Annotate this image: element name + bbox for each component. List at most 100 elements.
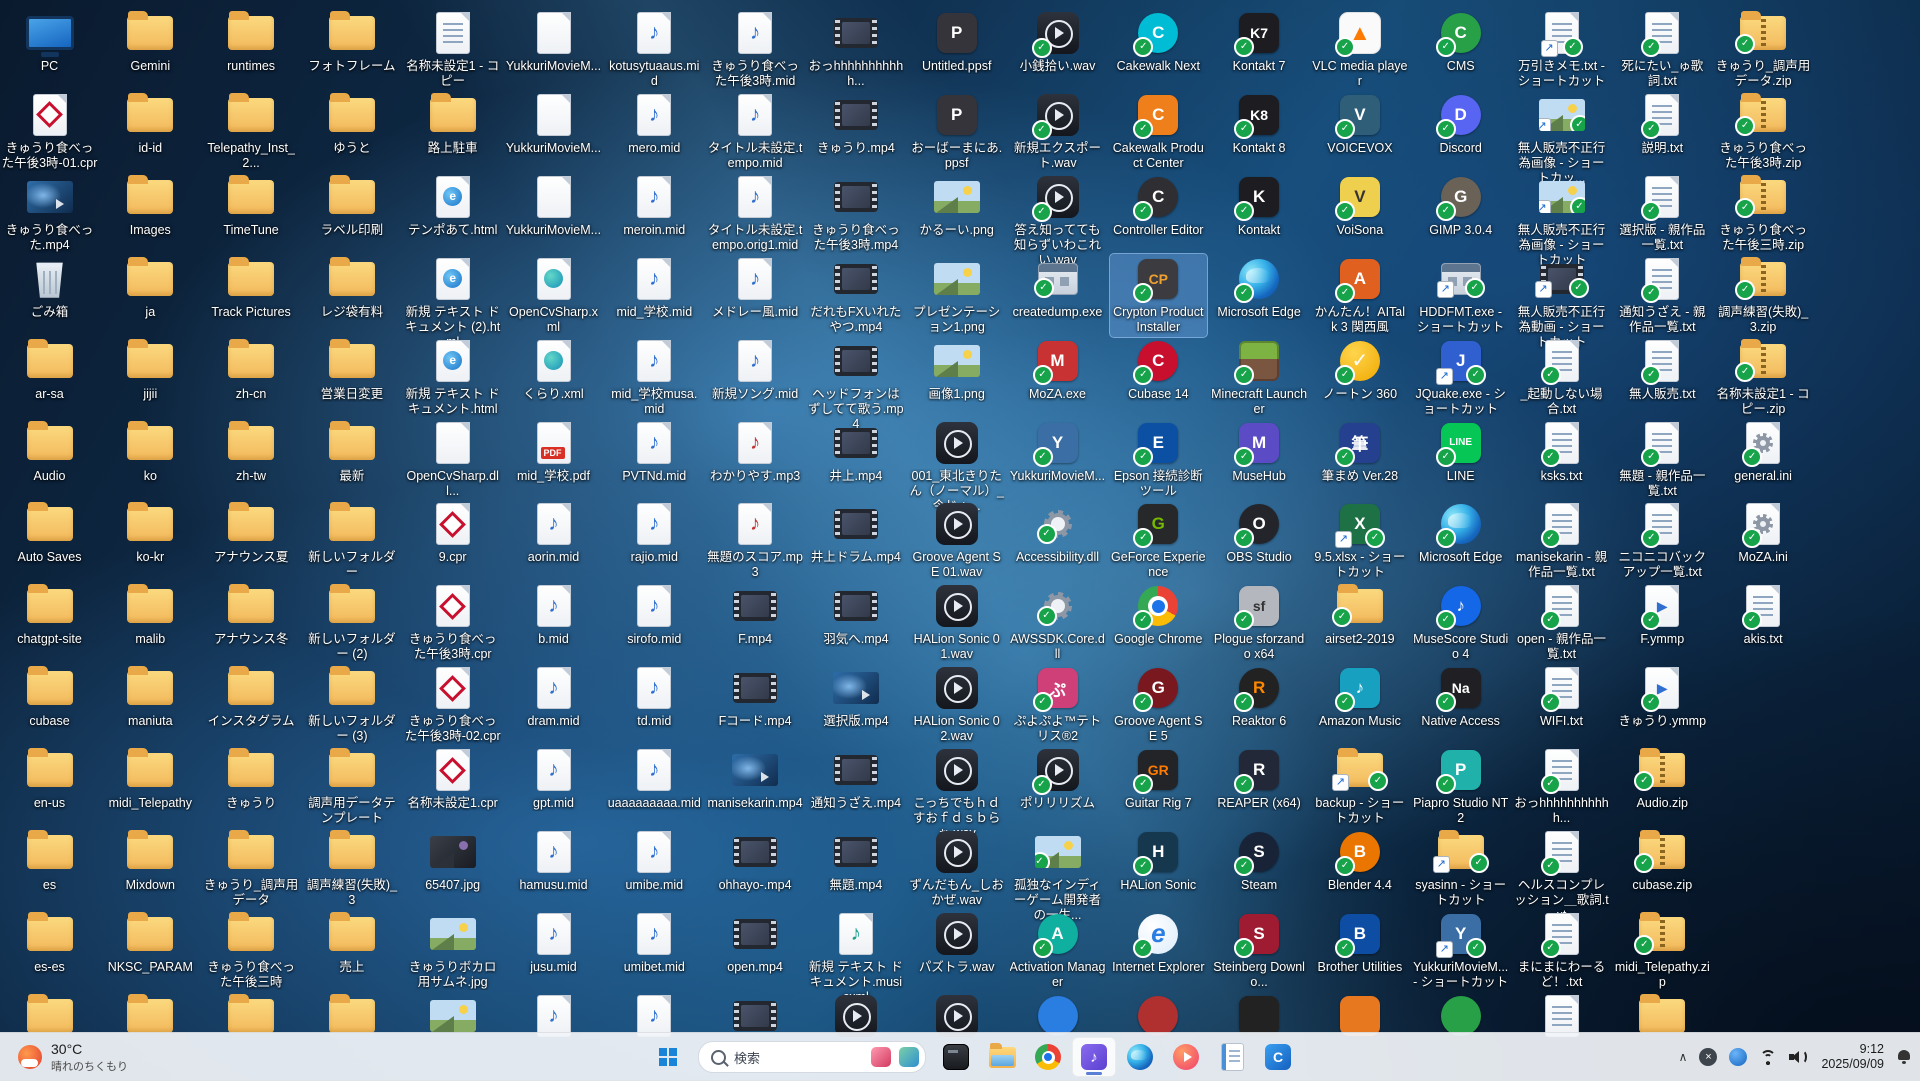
desktop-icon-malib[interactable]: malib [102,581,199,649]
desktop-icon-musehub[interactable]: M✓MuseHub [1211,418,1308,486]
desktop-icon-zip[interactable]: ✓きゅうり食べった午後三時.zip [1715,172,1812,255]
desktop-icon-3-zip[interactable]: ✓きゅうり食べった午後3時.zip [1715,90,1812,173]
desktop-icon-3-cpr[interactable]: きゅうり食べった午後3時.cpr [404,581,501,664]
desktop-icon-moza-exe[interactable]: M✓MoZA.exe [1009,336,1106,404]
desktop-icon-td-mid[interactable]: ♪td.mid [606,663,703,731]
desktop-icon-halion-sonic[interactable]: H✓HALion Sonic [1110,827,1207,895]
desktop-icon-txt[interactable]: ✓死にたい_ゅ歌詞.txt [1614,8,1711,91]
wifi-icon[interactable] [1759,1050,1777,1065]
desktop-icon-es-es[interactable]: es-es [1,909,98,977]
desktop-icon-kontakt-7[interactable]: K7✓Kontakt 7 [1211,8,1308,76]
desktop-icon-mp4[interactable]: 通知うざえ.mp4 [807,745,904,813]
desktop-icon-telepathy-inst-2[interactable]: Telepathy_Inst_2... [203,90,300,173]
desktop-icon-1-png[interactable]: 画像1.png [908,336,1005,404]
desktop-icon-kotusytuaaus-mid[interactable]: ♪kotusytuaaus.mid [606,8,703,91]
taskbar-blue-app-button[interactable]: C [1256,1037,1300,1077]
desktop-icon-auto-saves[interactable]: Auto Saves [1,499,98,567]
desktop-icon-ver-28[interactable]: 筆✓筆まめ Ver.28 [1311,418,1408,486]
desktop-icon-b-mid[interactable]: ♪b.mid [505,581,602,649]
desktop-icon-html[interactable]: eテンポあて.html [404,172,501,240]
taskbar-file-explorer-button[interactable] [980,1037,1024,1077]
desktop-icon-cakewalk-next[interactable]: C✓Cakewalk Next [1110,8,1207,76]
desktop-icon[interactable]: ごみ箱 [1,254,98,322]
tray-chevron-icon[interactable]: ∧ [1679,1050,1688,1064]
desktop-icon-id-id[interactable]: id-id [102,90,199,158]
desktop-icon-open-mp4[interactable]: open.mp4 [707,909,804,977]
desktop-icon-nksc-param[interactable]: NKSC_PARAM [102,909,199,977]
tray-blue-app-icon[interactable] [1729,1048,1747,1066]
desktop-icon[interactable]: 営業日変更 [303,336,400,404]
desktop-icon-vlc-media-player[interactable]: ▲✓VLC media player [1311,8,1408,91]
taskbar-microsoft-edge-button[interactable] [1118,1037,1162,1077]
desktop-icon[interactable]: ゆうと [303,90,400,158]
desktop-icon-images[interactable]: Images [102,172,199,240]
desktop-icon-awssdk-core-dll[interactable]: ✓AWSSDK.Core.dll [1009,581,1106,664]
desktop-icon-html[interactable]: e新規 テキスト ドキュメント.html [404,336,501,419]
desktop-icon-ppsf[interactable]: Pおーばーまにあ.ppsf [908,90,1005,173]
desktop-icon-txt[interactable]: ✓選択版 - 親作品一覧.txt [1614,172,1711,255]
desktop-icon-mp3[interactable]: ♪わかりやす.mp3 [707,418,804,486]
desktop-icon-txt[interactable]: ✓無題 - 親作品一覧.txt [1614,418,1711,501]
desktop-icon-akis-txt[interactable]: ✓akis.txt [1715,581,1812,649]
desktop-icon-ko-kr[interactable]: ko-kr [102,499,199,567]
desktop-icon-ymmp[interactable]: ▶✓きゅうり.ymmp [1614,663,1711,731]
desktop-icon[interactable]: きゅうり [203,745,300,813]
desktop-icon-kontakt[interactable]: K✓Kontakt [1211,172,1308,240]
desktop-icon[interactable]: きゅうり食べった午後三時 [203,909,300,992]
desktop-icon-mp4[interactable]: 井上ドラム.mp4 [807,499,904,567]
desktop-icon-ko[interactable]: ko [102,418,199,486]
desktop-icon-yukkurimoviem[interactable]: Y↗✓YukkuriMovieM... - ショートカット [1412,909,1509,992]
desktop-icon-obs-studio[interactable]: O✓OBS Studio [1211,499,1308,567]
desktop-icon-steinberg-downlo[interactable]: S✓Steinberg Downlo... [1211,909,1308,992]
desktop-icon-pvtnd-mid[interactable]: ♪PVTNd.mid [606,418,703,486]
desktop-icon-jusu-mid[interactable]: ♪jusu.mid [505,909,602,977]
desktop-icon-google-chrome[interactable]: ✓Google Chrome [1110,581,1207,649]
desktop-icon-3[interactable]: 調声練習(失敗)_3 [303,827,400,910]
desktop-icon-txt[interactable]: ↗✓万引きメモ.txt - ショートカット [1513,8,1610,91]
desktop-icon-65407-jpg[interactable]: 65407.jpg [404,827,501,895]
desktop-icon-general-ini[interactable]: ✓general.ini [1715,418,1812,486]
desktop-icon-aitalk-3[interactable]: A✓かんたん！AITalk 3 関西風 [1311,254,1408,337]
desktop-icon-hamusu-mid[interactable]: ♪hamusu.mid [505,827,602,895]
desktop-icon-es[interactable]: es [1,827,98,895]
desktop-icon-zh-cn[interactable]: zh-cn [203,336,300,404]
desktop-icon-mid[interactable]: ♪メドレー風.mid [707,254,804,322]
desktop-icon-runtimes[interactable]: runtimes [203,8,300,76]
desktop-icon[interactable]: ✓ポリリリズム [1009,745,1106,813]
desktop-icon-halion-sonic-02-wav[interactable]: HALion Sonic 02.wav [908,663,1005,746]
desktop-icon-timetune[interactable]: TimeTune [203,172,300,240]
desktop-icon-1-cpr[interactable]: 名称未設定1.cpr [404,745,501,813]
desktop-icon-plogue-sforzando-x64[interactable]: sf✓Plogue sforzando x64 [1211,581,1308,664]
desktop-icon-reaktor-6[interactable]: R✓Reaktor 6 [1211,663,1308,731]
desktop-icon-1-png[interactable]: プレゼンテーション1.png [908,254,1005,337]
desktop-icon-untitled-ppsf[interactable]: PUntitled.ppsf [908,8,1005,76]
desktop-icon-crypton-product-installer[interactable]: CP✓Crypton Product Installer [1110,254,1207,337]
desktop-icon-1-zip[interactable]: ✓名称未設定1 - コピー.zip [1715,336,1812,419]
desktop-icon-umibet-mid[interactable]: ♪umibet.mid [606,909,703,977]
desktop-icon-dram-mid[interactable]: ♪dram.mid [505,663,602,731]
desktop-icon-createdump-exe[interactable]: ✓createdump.exe [1009,254,1106,322]
desktop-icon-2[interactable]: ぷ✓ぷよぷよ™テトリス®2 [1009,663,1106,746]
desktop-icon-f-mp4[interactable]: F.mp4 [707,581,804,649]
desktop-icon-midi-telepathy-zip[interactable]: ✓midi_Telepathy.zip [1614,909,1711,992]
desktop-icon-png[interactable]: かるーい.png [908,172,1005,240]
desktop-icon-line[interactable]: LINE✓LINE [1412,418,1509,486]
desktop-icon-3[interactable]: 新しいフォルダー (3) [303,663,400,746]
desktop-icon-3-01-cpr[interactable]: きゅうり食べった午後3時-01.cpr [1,90,98,173]
desktop-icon-pc[interactable]: PC [1,8,98,76]
desktop-icon-minecraft-launcher[interactable]: ✓Minecraft Launcher [1211,336,1308,419]
start-button[interactable] [646,1037,690,1077]
desktop-icon-accessibility-dll[interactable]: ✓Accessibility.dll [1009,499,1106,567]
desktop-icon-ksks-txt[interactable]: ✓ksks.txt [1513,418,1610,486]
desktop-icon-geforce-experience[interactable]: G✓GeForce Experience [1110,499,1207,582]
desktop-icon-backup[interactable]: ↗✓backup - ショートカット [1311,745,1408,828]
desktop-icon-reaper-x64[interactable]: R✓REAPER (x64) [1211,745,1308,813]
desktop-icon-en-us[interactable]: en-us [1,745,98,813]
desktop-icon-voisona[interactable]: V✓VoiSona [1311,172,1408,240]
desktop-icon-txt[interactable]: ✓まにまにわーるど！.txt [1513,909,1610,992]
desktop-icon-3-mp4[interactable]: きゅうり食べった午後3時.mp4 [807,172,904,255]
desktop-icon[interactable]: アナウンス夏 [203,499,300,567]
desktop-icon-groove-agent-se-5[interactable]: G✓Groove Agent SE 5 [1110,663,1207,746]
desktop-icon-3-02-cpr[interactable]: きゅうり食べった午後3時-02.cpr [404,663,501,746]
desktop-icon-jquake-exe[interactable]: J↗✓JQuake.exe - ショートカット [1412,336,1509,419]
